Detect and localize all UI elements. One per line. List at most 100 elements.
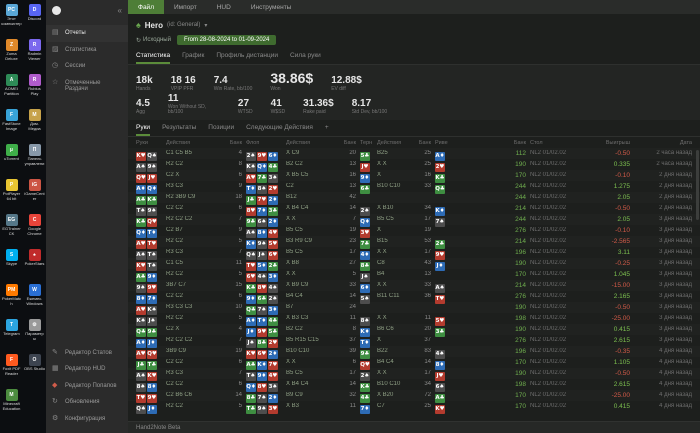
menu-tab[interactable]: Файл: [128, 0, 164, 14]
sidebar-item[interactable]: ↻ Обновления: [46, 394, 128, 411]
hand-row[interactable]: K♥ Q♠ C1 C5 B5 4 2♠ 9♥ 6♦ X C9 20 5♣ B25 25 A♦ 112 NL2…: [128, 147, 700, 161]
desktop-icon[interactable]: A AOMEI Partition: [0, 72, 23, 107]
desktop-icon[interactable]: P PotPlayer 64 bit: [0, 177, 23, 212]
player-selector[interactable]: ♠ Hero (id: General) ▾: [128, 14, 700, 32]
desktop-icon[interactable]: iG iGameCenter: [23, 177, 46, 212]
reset-filter-button[interactable]: ↻ Исходный: [136, 37, 171, 44]
flop-actions: X X: [286, 271, 296, 277]
desktop-icon[interactable]: T Telegram: [0, 317, 23, 352]
report-tab[interactable]: Следующие Действия: [246, 124, 313, 136]
preflop-actions: R3 C3 C3: [166, 304, 193, 310]
table-label: NL2 01/02.02: [530, 348, 567, 354]
desktop-icon[interactable]: EG EGTrainerCK: [0, 212, 23, 247]
menu-tab[interactable]: HUD: [207, 0, 241, 14]
sidebar-item[interactable]: ☆ Отмеченные Раздачи: [46, 75, 128, 98]
sidebar-item[interactable]: ▤ Отчеты: [46, 25, 128, 42]
hand-row[interactable]: J♣ T♣ C2 C2 6 A♣ K♦ 7♥ X X 6 Q♥ B4 C4 14 8♦ 170 NL2 01…: [128, 357, 700, 370]
desktop-icon[interactable]: FFastStone Image Viewer: [0, 107, 23, 142]
hand-row[interactable]: K♠ J♠ R2 C2 5 A♦ T♦ 4♣ X B3 C3 11 8♠ X X 11 5♥ 198 NL2…: [128, 313, 700, 326]
hand-row[interactable]: A♣ 9♦ R2 C2 5 6♥ 4♠ 3♦ X X 5 J♠ B4 13 170 NL2 01/02.0…: [128, 269, 700, 282]
sidebar-item[interactable]: ◷ Сессии: [46, 58, 128, 75]
sidebar-item-label: Редактор Статов: [65, 349, 112, 356]
desktop-icon[interactable]: D Discord: [23, 2, 46, 37]
hand-row[interactable]: A♦ J♦ R2 C2 C2 7 J♠ 8♣ 2♥ B5 R15 C15 37 T♦ X 37 276 N…: [128, 335, 700, 348]
stat-block: 8.17 Std Dev, bb/100: [352, 98, 388, 116]
sidebar-bottom: ✎ Редактор Статов ▦ Редактор HUD ◆ Редактор П…: [46, 345, 128, 428]
desktop-icon[interactable]: S Skype: [0, 247, 23, 282]
desktop-icon[interactable]: O OBS Studio: [23, 352, 46, 387]
sidebar-item[interactable]: ✎ Редактор Статов: [46, 345, 128, 362]
pot-preflop: 7: [238, 370, 242, 376]
sidebar-item[interactable]: ◆ Редактор Попапов: [46, 378, 128, 395]
stat-label: Won Without SD, bb/100: [167, 103, 207, 115]
sidebar-item[interactable]: ▦ Редактор HUD: [46, 361, 128, 378]
hand-row[interactable]: T♠ 9♠ C2 C2 6 8♥ 7♦ 3♣ X B4 C4 14 2♠ X B10 34 K♦ 214 N…: [128, 203, 700, 216]
desktop-icon[interactable]: PC Этот компьютер: [0, 2, 23, 37]
desktop-icon[interactable]: R Radmin Viewer: [23, 37, 46, 72]
stat-tab[interactable]: Статистика: [136, 52, 171, 64]
hand-row[interactable]: 8♠ 8♦ C2 C2 6 Q♦ 8♥ 3♠ X B4 C4 14 K♣ B10 C10 34 6♠ 19…: [128, 379, 700, 392]
desktop-icon[interactable]: ППанель управления: [23, 142, 46, 177]
hand-row[interactable]: Q♦ T♦ C2 B7 9 A♠ 8♦ 4♥ B5 C5 19 3♥ X 19 276 NL2 01/02…: [128, 225, 700, 238]
table-label: NL2 01/02.02: [530, 337, 567, 343]
desktop-icon[interactable]: W Ежемес. Windows: [23, 282, 46, 317]
pot-flop: 24: [349, 304, 356, 310]
table-scrollbar[interactable]: [696, 149, 699, 220]
collapse-sidebar-icon[interactable]: «: [118, 6, 122, 15]
card-Jd: J♦: [147, 405, 157, 414]
hand-row[interactable]: K♣ Q♥ R2 C2 C2 7 9♣ 6♠ 2♦ X X 7 Q♦ B5 C5 17 7♠ 244 NL2…: [128, 213, 700, 227]
app-icon: T: [5, 319, 18, 331]
hand-row[interactable]: K♥ T♠ C1 C5 11 T♥ 5♦ 2♣ X B8 27 8♣ C8 43 J♦ 190 NL2 01…: [128, 257, 700, 271]
flop-actions: X C9: [286, 150, 300, 156]
stat-tab[interactable]: Профиль дистанции: [216, 52, 278, 64]
hand-row[interactable]: Q♥ J♥ C2 X 6 A♥ 7♣ 3♠ X B5 C5 16 9♦ X 16 K♣ 170 NL2 01…: [128, 169, 700, 183]
desktop-icon[interactable]: PM PokerMatch: [0, 282, 23, 317]
pot-turn: 19: [424, 227, 431, 233]
hand-row[interactable]: A♥ Q♥ 3B9 C9 19 K♥ 6♥ 2♦ B10 C10 39 9♣ B22 83 4♠ 196 N…: [128, 345, 700, 359]
hand-row[interactable]: A♠ 9♠ R2 C2 8 K♠ Q♦ 4♣ B2 C2 13 J♥ X X 25 2♥ 190 NL2 0…: [128, 159, 700, 172]
desktop-icon[interactable]: ♠ PokerStars: [23, 247, 46, 282]
sidebar-item-label: Отчеты: [65, 30, 86, 36]
sidebar-item[interactable]: ▨ Статистика: [46, 42, 128, 59]
hand-row[interactable]: T♥ 9♥ C2 B6 C6 14 8♣ 7♠ 2♦ B9 C9 32 4♣ X B20 72 A♣ 17…: [128, 389, 700, 403]
desktop-icon[interactable]: µ uTorrent: [0, 142, 23, 177]
desktop-icon[interactable]: C Google Chrome: [23, 212, 46, 247]
desktop-icon[interactable]: ⚙ Параметры: [23, 317, 46, 352]
desktop-icon[interactable]: М Дом. Медиа: [23, 107, 46, 142]
sidebar-item-label: Редактор Попапов: [65, 382, 117, 389]
stat-tab[interactable]: Сила руки: [290, 52, 321, 64]
add-report-tab-button[interactable]: +: [325, 124, 329, 136]
river-card: Q♣: [435, 177, 448, 195]
hand-row[interactable]: A♥ T♥ R2 C2 5 K♦ 9♠ 5♥ B3 R9 C9 23 7♣ B15 53 2♣ 214 NL…: [128, 235, 700, 249]
hand-row[interactable]: A♠ K♥ R3 C3 7 T♠ 9♦ 4♥ B5 C5 17 2♠ X X 17 J♥ 190 NL2 0…: [128, 367, 700, 381]
hand-row[interactable]: 9♠ 9♥ 3B7 C7 15 K♣ 8♥ 4♠ X B9 C9 33 6♦ X X 33 A♠ 214 N…: [128, 279, 700, 293]
hand-row[interactable]: 8♦ 7♦ C2 C2 6 9♦ 6♣ 2♠ B4 C4 14 5♠ B11 C11 36 T♥ 276 N…: [128, 291, 700, 304]
stat-tab[interactable]: График: [182, 52, 204, 64]
table-label: NL2 01/02.02: [530, 403, 567, 409]
pot-flop: 6: [352, 359, 356, 365]
main-window: Файл Импорт HUD Инструменты ♠ Hero (id: Gen…: [128, 0, 700, 433]
hand-result: 3.11: [617, 248, 630, 256]
hand-row[interactable]: A♠ T♠ R3 C3 7 Q♠ J♠ 6♥ B5 C5 17 4♦ X X 17 9♥ 196 NL2 0…: [128, 247, 700, 260]
menu-tab[interactable]: Инструменты: [241, 0, 302, 14]
menubar-tabs: Файл Импорт HUD Инструменты: [128, 0, 700, 14]
desktop-icon-label: Параметры: [25, 332, 44, 341]
pot-turn: 53: [424, 238, 431, 244]
hand-row[interactable]: A♣ K♣ R2 3B9 C9 18 J♣ 7♥ 2♦ B12 42 244 NL2 01/02.0…: [128, 191, 700, 205]
report-tab[interactable]: Результаты: [162, 124, 196, 136]
hand-row[interactable]: Q♣ 9♣ C2 X 4 J♦ 9♥ 5♣ B2 C2 8 K♦ B6 C6 20 3♣ 190 NL2 0…: [128, 323, 700, 337]
report-tab[interactable]: Руки: [136, 124, 151, 136]
desktop-icon[interactable]: R Rubius Play: [23, 72, 46, 107]
hand-row[interactable]: A♦ Q♦ R3 C3 9 T♦ 8♠ 2♥ C2 13 6♣ B10 C10 33 Q♣ 244 NL2 …: [128, 181, 700, 194]
report-tab[interactable]: Позиции: [208, 124, 234, 136]
menu-tab[interactable]: Импорт: [164, 0, 207, 14]
desktop-icon[interactable]: F Foxit PDF Reader: [0, 352, 23, 387]
date-range-button[interactable]: From 28-08-2024 to 01-09-2024: [176, 35, 277, 45]
pot-flop: 13: [349, 183, 356, 189]
sidebar-item[interactable]: ⚙ Конфигурация: [46, 411, 128, 428]
hand-row[interactable]: A♥ K♠ R3 C3 C3 10 Q♣ 7♠ 3♦ B7 24 190 NL2 01/02.02-…: [128, 301, 700, 315]
desktop-icon[interactable]: Z Zuma Deluxe: [0, 37, 23, 72]
sidebar-item-label: Отмеченные Раздачи: [65, 79, 101, 93]
desktop-icon[interactable]: M Minecraft Education: [0, 387, 23, 422]
hand-row[interactable]: Q♠ J♦ R2 C2 5 T♣ 9♠ 3♥ X B3 11 7♦ C7 25 K♥ 170 NL2 01/…: [128, 401, 700, 414]
